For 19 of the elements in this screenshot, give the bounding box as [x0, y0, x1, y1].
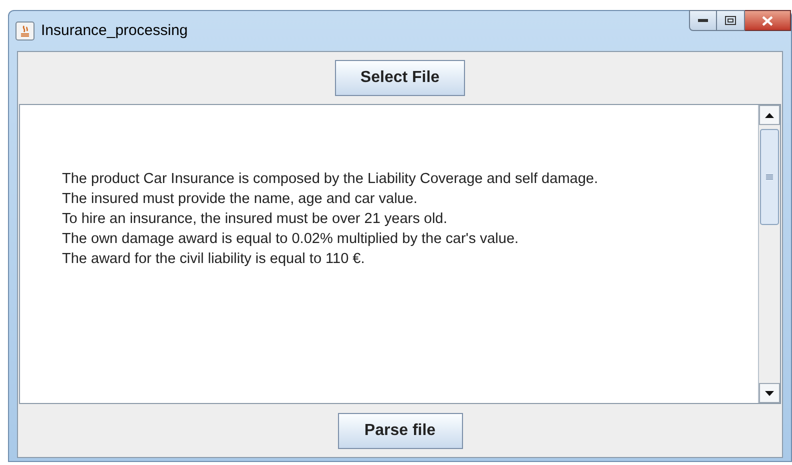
text-line: The insured must provide the name, age and car value.	[62, 190, 418, 209]
scroll-bar[interactable]	[758, 105, 780, 403]
minimize-button[interactable]	[689, 10, 717, 31]
close-icon	[762, 16, 773, 26]
cup-icon	[15, 21, 35, 41]
maximize-button[interactable]	[717, 10, 745, 31]
text-line: The own damage award is equal to 0.02% multiplied by the car's value.	[62, 230, 519, 249]
select-file-button[interactable]: Select File	[335, 60, 465, 96]
close-button[interactable]	[745, 10, 791, 31]
text-line: To hire an insurance, the insured must be over 21 years old.	[62, 210, 448, 229]
parse-file-button[interactable]: Parse file	[338, 412, 462, 448]
text-line: The award for the civil liability is equal to 110 €.	[62, 250, 365, 269]
minimize-icon	[698, 18, 708, 22]
scroll-up-icon[interactable]	[759, 105, 780, 125]
window-title: Insurance_processing	[41, 20, 188, 41]
scroll-thumb[interactable]	[759, 129, 780, 225]
text-line: The product Car Insurance is composed by the Liability Coverage and self damage.	[62, 170, 598, 189]
scroll-down-icon[interactable]	[759, 383, 780, 403]
maximize-icon	[725, 16, 736, 25]
